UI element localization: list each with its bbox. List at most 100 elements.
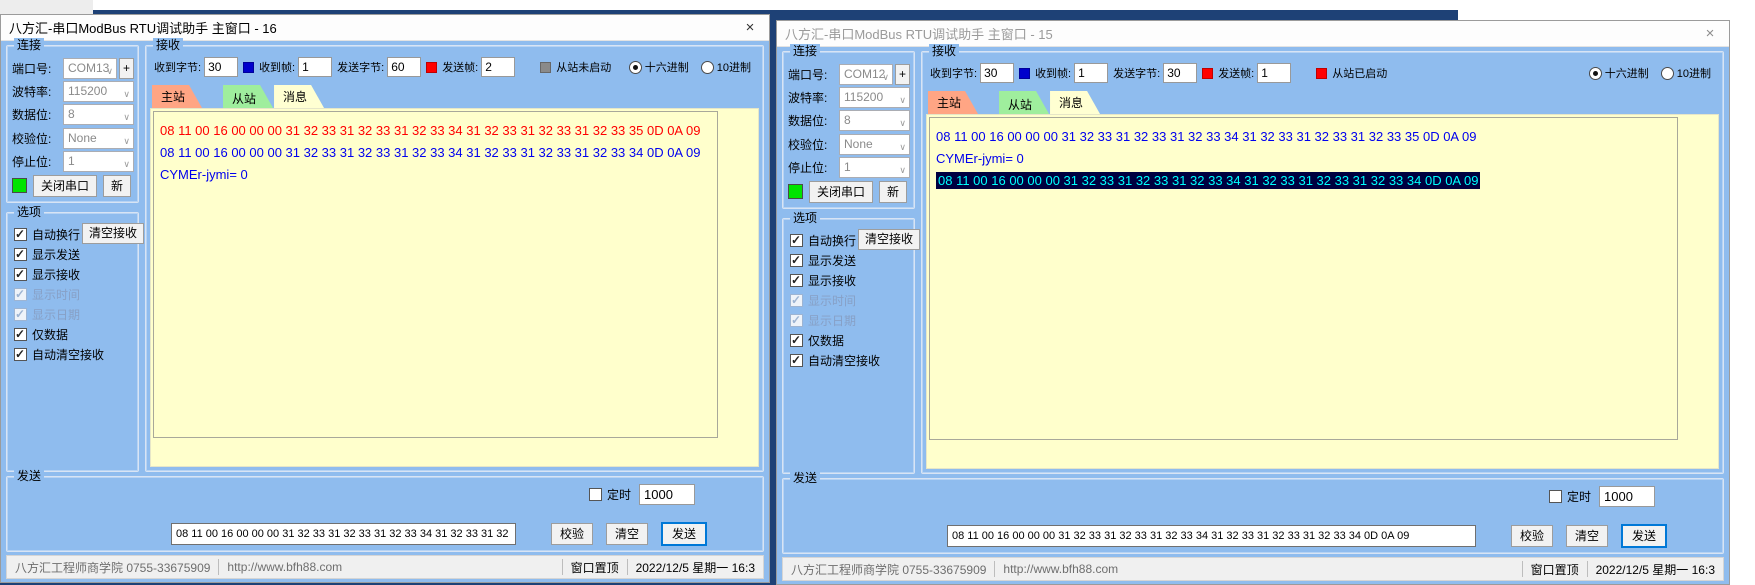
message-line: 08 11 00 16 00 00 00 31 32 33 31 32 33 3…: [160, 142, 711, 164]
new-window-button[interactable]: 新: [879, 181, 907, 203]
stopbits-select[interactable]: 1∨: [63, 151, 134, 172]
checkbox-auto-clear-receive[interactable]: 自动清空接收: [14, 347, 134, 362]
send-data-input[interactable]: [171, 523, 516, 545]
add-port-button[interactable]: +: [895, 64, 910, 85]
tx-frames-input[interactable]: [1257, 63, 1291, 83]
rx-bytes-input[interactable]: [204, 57, 238, 77]
checkbox-icon: [14, 228, 27, 241]
timer-checkbox[interactable]: 定时: [1549, 489, 1591, 504]
checkbox-show-receive[interactable]: 显示接收: [14, 267, 134, 282]
checkbox-icon: [790, 234, 803, 247]
add-port-button[interactable]: +: [119, 58, 134, 79]
message-page: 08 11 00 16 00 00 00 31 32 33 31 32 33 3…: [150, 108, 759, 467]
send-button[interactable]: 发送: [661, 522, 707, 546]
timer-checkbox[interactable]: 定时: [589, 487, 631, 502]
checkbox-show-send[interactable]: 显示发送: [790, 253, 910, 268]
tab-message[interactable]: 消息: [274, 85, 324, 108]
status-url[interactable]: http://www.bfh88.com: [227, 560, 342, 574]
rx-frames-input[interactable]: [1074, 63, 1108, 83]
receive-group: 接收 收到字节: 收到帧: 发送字节: 发送帧: 从站已启动: [921, 51, 1724, 474]
new-window-button[interactable]: 新: [103, 175, 131, 197]
checkbox-show-send[interactable]: 显示发送: [14, 247, 134, 262]
options-group-label: 选项: [14, 205, 44, 219]
titlebar[interactable]: 八方汇-串口ModBus RTU调试助手 主窗口 - 16 ×: [1, 15, 769, 41]
connection-group: 连接 端口号: COM12∨ + 波特率: 115200∨ 数据位: 8∨: [782, 51, 915, 209]
slave-status-icon: [1316, 68, 1327, 79]
parity-select[interactable]: None∨: [63, 128, 134, 149]
checkbox-icon: [1549, 490, 1562, 503]
radio-hex-display[interactable]: 十六进制: [629, 59, 689, 75]
timer-interval-input[interactable]: [1599, 486, 1655, 507]
tab-slave[interactable]: 从站: [999, 91, 1049, 114]
baud-select[interactable]: 115200∨: [839, 87, 910, 108]
chevron-down-icon: ∨: [899, 91, 906, 108]
radio-hex-display[interactable]: 十六进制: [1589, 65, 1649, 81]
stopbits-select[interactable]: 1∨: [839, 157, 910, 178]
tx-bytes-input[interactable]: [1163, 63, 1197, 83]
checkbox-data-only[interactable]: 仅数据: [14, 327, 134, 342]
port-select[interactable]: COM13∨: [63, 58, 117, 79]
status-topmost[interactable]: 窗口置顶: [571, 559, 619, 576]
checkbox-icon: [790, 354, 803, 367]
tx-frames-label: 发送帧:: [442, 59, 478, 75]
checkbox-icon: [14, 308, 27, 321]
clear-receive-button[interactable]: 清空接收: [82, 223, 144, 244]
send-button[interactable]: 发送: [1621, 524, 1667, 548]
desktop-background: [0, 0, 93, 14]
rx-bytes-input[interactable]: [980, 63, 1014, 83]
message-area[interactable]: 08 11 00 16 00 00 00 31 32 33 31 32 33 3…: [929, 117, 1678, 440]
status-topmost[interactable]: 窗口置顶: [1531, 561, 1579, 578]
port-select[interactable]: COM12∨: [839, 64, 893, 85]
tab-slave[interactable]: 从站: [223, 85, 273, 108]
window-client-area: 连接 端口号: COM12∨ + 波特率: 115200∨ 数据位: 8∨: [777, 47, 1729, 584]
checkbox-icon: [14, 248, 27, 261]
message-area[interactable]: 08 11 00 16 00 00 00 31 32 33 31 32 33 3…: [153, 111, 718, 438]
stopbits-label: 停止位:: [12, 153, 63, 170]
rx-frames-input[interactable]: [298, 57, 332, 77]
checkbox-show-receive[interactable]: 显示接收: [790, 273, 910, 288]
radio-decimal-display[interactable]: 10进制: [701, 59, 751, 75]
databits-select[interactable]: 8∨: [63, 104, 134, 125]
parity-select[interactable]: None∨: [839, 134, 910, 155]
clear-button[interactable]: 清空: [1566, 525, 1608, 547]
send-data-input[interactable]: [947, 525, 1476, 547]
tx-frames-input[interactable]: [481, 57, 515, 77]
close-port-button[interactable]: 关闭串口: [33, 175, 97, 197]
verify-button[interactable]: 校验: [1511, 525, 1553, 547]
checkbox-show-time: 显示时间: [790, 293, 910, 308]
app-window-15: 八方汇-串口ModBus RTU调试助手 主窗口 - 15 × 连接 端口号: …: [776, 20, 1730, 585]
message-line: 08 11 00 16 00 00 00 31 32 33 31 32 33 3…: [936, 170, 1671, 192]
close-port-button[interactable]: 关闭串口: [809, 181, 873, 203]
clear-button[interactable]: 清空: [606, 523, 648, 545]
divider: [562, 559, 563, 575]
slave-status-label: 从站未启动: [556, 59, 611, 75]
statusbar: 八方汇工程师商学院 0755-33675909 http://www.bfh88…: [6, 555, 764, 579]
port-label: 端口号:: [788, 66, 839, 83]
message-page: 08 11 00 16 00 00 00 31 32 33 31 32 33 3…: [926, 114, 1719, 469]
port-open-indicator-icon: [12, 178, 27, 193]
checkbox-data-only[interactable]: 仅数据: [790, 333, 910, 348]
tab-master[interactable]: 主站: [152, 85, 202, 108]
clear-receive-button[interactable]: 清空接收: [858, 229, 920, 250]
timer-interval-input[interactable]: [639, 484, 695, 505]
titlebar[interactable]: 八方汇-串口ModBus RTU调试助手 主窗口 - 15 ×: [777, 21, 1729, 47]
slave-status-label: 从站已启动: [1332, 65, 1387, 81]
baud-label: 波特率:: [788, 89, 839, 106]
status-url[interactable]: http://www.bfh88.com: [1003, 562, 1118, 576]
tab-message[interactable]: 消息: [1050, 91, 1100, 114]
baud-select[interactable]: 115200∨: [63, 81, 134, 102]
close-icon[interactable]: ×: [733, 16, 767, 40]
tx-bytes-input[interactable]: [387, 57, 421, 77]
radio-decimal-display[interactable]: 10进制: [1661, 65, 1711, 81]
rx-frame-color-icon: [243, 62, 254, 73]
databits-select[interactable]: 8∨: [839, 110, 910, 131]
radio-icon: [1661, 67, 1674, 80]
stopbits-label: 停止位:: [788, 159, 839, 176]
status-company: 八方汇工程师商学院 0755-33675909: [15, 559, 210, 576]
checkbox-auto-clear-receive[interactable]: 自动清空接收: [790, 353, 910, 368]
app-window-16: 八方汇-串口ModBus RTU调试助手 主窗口 - 16 × 连接 端口号: …: [0, 14, 770, 583]
chevron-down-icon: ∨: [123, 155, 130, 172]
tab-master[interactable]: 主站: [928, 91, 978, 114]
verify-button[interactable]: 校验: [551, 523, 593, 545]
close-icon[interactable]: ×: [1693, 22, 1727, 46]
